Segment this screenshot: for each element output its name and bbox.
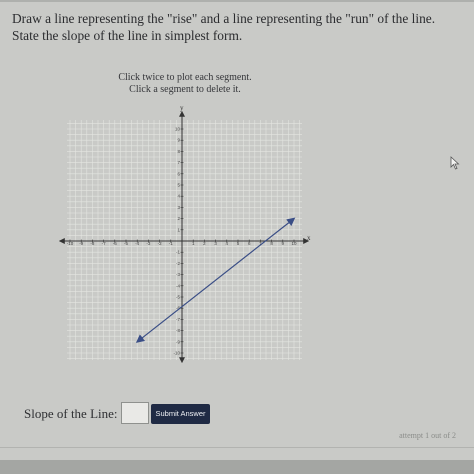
y-tick-label: -3 [176,272,180,277]
mouse-pointer-icon [450,156,460,170]
y-tick-label: -4 [176,283,180,288]
y-tick-label: -1 [176,250,180,255]
slope-label: Slope of the Line: [24,406,118,421]
y-tick-label: 10 [175,127,181,132]
submit-answer-button[interactable]: Submit Answer [151,404,210,424]
slope-input[interactable] [121,402,149,424]
axes: xy [58,104,311,364]
top-strip [0,0,474,2]
coordinate-graph[interactable]: xy -10 -9 -8 -7 -6 -5 -4 -3 -2 -1 1 2 3 4 5 6 7 8 9 10 10 9 8 7… [55,102,315,364]
y-tick-label: -8 [176,328,180,333]
y-tick-label: -7 [176,317,180,322]
y-tick-label: -9 [176,339,180,344]
y-tick-label: -10 [173,351,180,356]
graph-instructions: Click twice to plot each segment. Click … [70,72,300,96]
divider [0,447,474,448]
question-prompt: Draw a line representing the "rise" and … [12,11,436,43]
y-axis-label: y [180,104,184,112]
bottom-strip [0,460,474,474]
y-tick-label: -5 [176,295,180,300]
x-axis-label: x [307,234,311,242]
instruction-delete: Click a segment to delete it. [129,84,241,95]
attempt-counter: attempt 1 out of 2 [399,431,456,440]
instruction-plot: Click twice to plot each segment. [118,72,252,83]
graph-canvas[interactable]: xy -10 -9 -8 -7 -6 -5 -4 -3 -2 -1 1 2 3 4 5 6 7 8 9 1010987… [55,102,315,364]
y-tick-label: -2 [176,261,180,266]
